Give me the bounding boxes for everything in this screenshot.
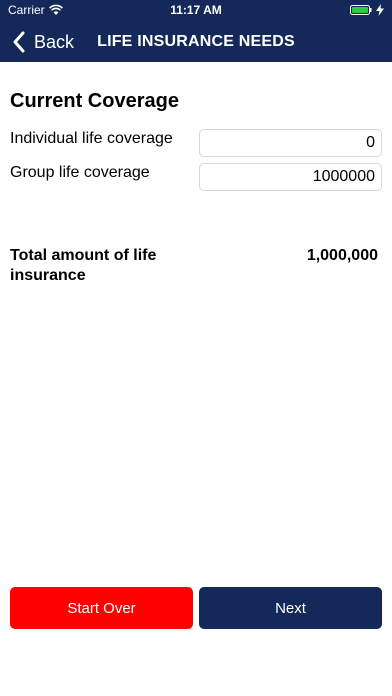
battery-icon <box>350 5 372 15</box>
page-title: LIFE INSURANCE NEEDS <box>97 33 295 50</box>
total-label: Total amount of life insurance <box>10 247 157 284</box>
group-coverage-label: Group life coverage <box>10 164 150 181</box>
total-value: 1,000,000 <box>306 247 378 264</box>
next-button[interactable]: Next <box>199 587 382 629</box>
nav-bar: Carrier 11:17 AM Back LIFE INSURANCE NEE… <box>0 0 392 62</box>
charging-icon <box>376 4 384 16</box>
individual-coverage-field[interactable] <box>199 129 382 157</box>
start-over-button[interactable]: Start Over <box>10 587 193 629</box>
status-bar: Carrier 11:17 AM <box>0 0 392 20</box>
status-time: 11:17 AM <box>170 3 222 17</box>
section-title: Current Coverage <box>10 90 179 112</box>
individual-coverage-label: Individual life coverage <box>10 130 173 147</box>
group-coverage-field[interactable] <box>199 163 382 191</box>
nav-row: Back LIFE INSURANCE NEEDS <box>0 22 392 62</box>
